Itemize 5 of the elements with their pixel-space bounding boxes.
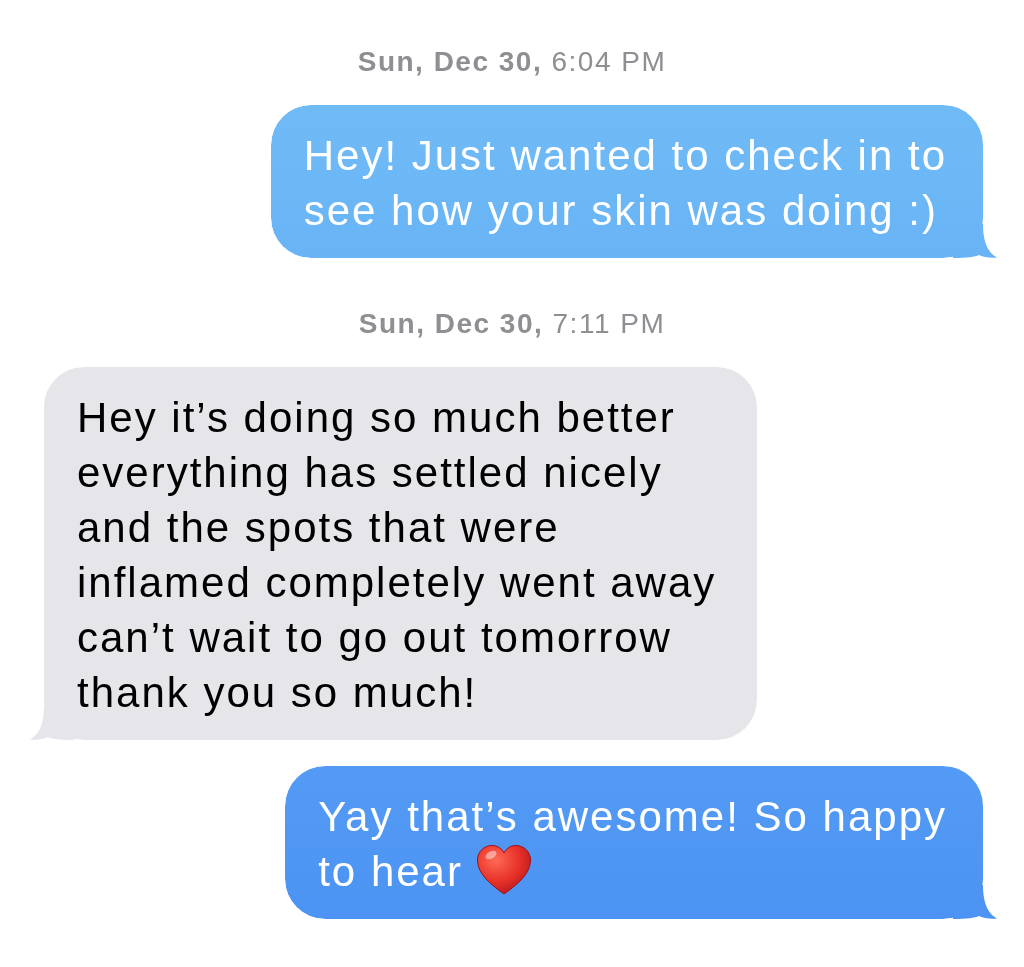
message-text: Hey it’s doing so much better everything has settled nicely and the spots that were inflamed completely went away can’t wait to go out tomorrow thank you so much!	[77, 394, 717, 716]
timestamp: Sun, Dec 30, 7:11 PM	[358, 308, 666, 340]
message-text: Hey! Just wanted to check in to see how your skin was doing :)	[303, 132, 947, 234]
timestamp: Sun, Dec 30, 6:04 PM	[357, 46, 667, 78]
message-text: Yay that’s awesome! So happy to hear	[318, 793, 947, 895]
